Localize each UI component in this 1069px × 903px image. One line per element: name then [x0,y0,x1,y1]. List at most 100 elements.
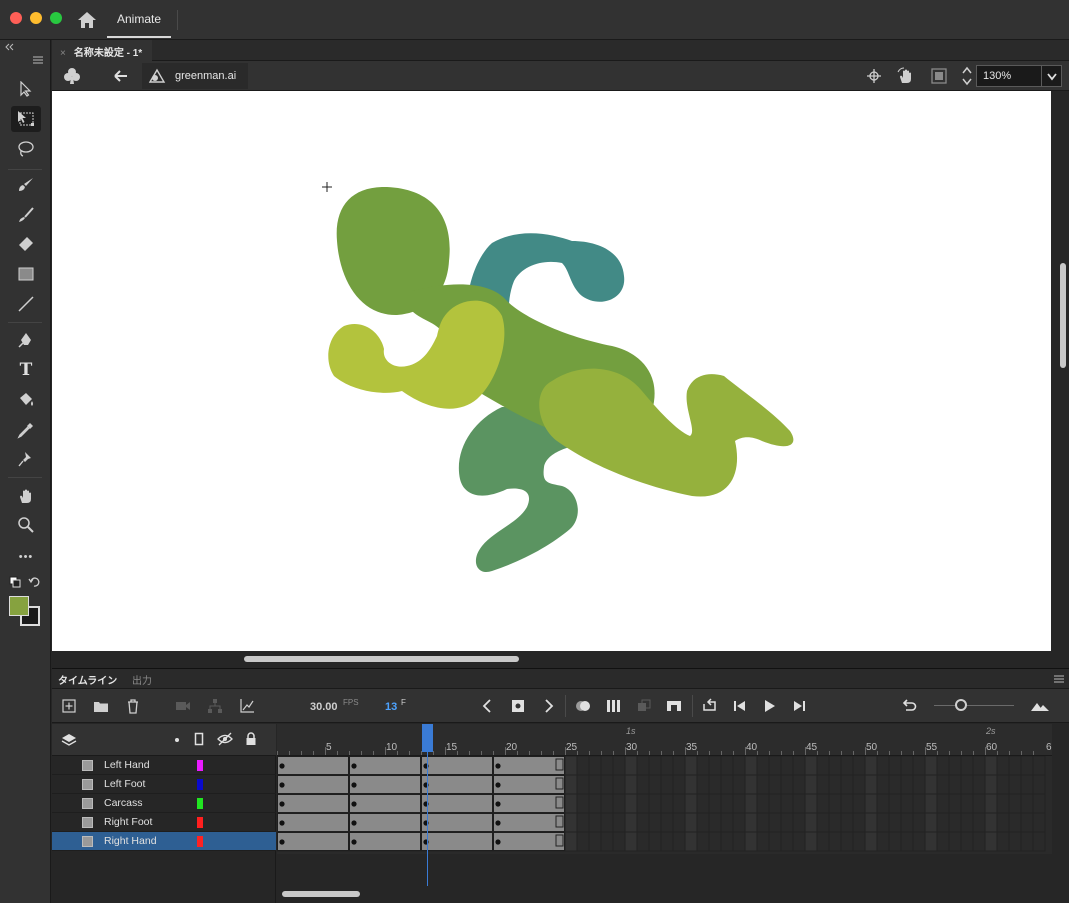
frame-cell[interactable] [576,756,590,776]
frame-cell[interactable] [1032,756,1046,776]
frame-cell[interactable] [660,756,674,776]
loop-icon[interactable] [701,697,719,715]
collapse-panel-icon[interactable] [5,43,15,51]
frame-cell[interactable] [576,831,590,852]
frame-cell[interactable] [1020,812,1034,833]
frame-cell[interactable] [876,774,890,795]
close-tab-icon[interactable]: × [60,48,66,59]
frame-cell[interactable] [792,774,806,795]
home-icon[interactable] [76,10,98,30]
frame-cell[interactable] [840,812,854,833]
frame-cell[interactable] [756,831,770,852]
stage-horizontal-scrollbar[interactable] [244,656,519,662]
frame-cell[interactable] [972,812,986,833]
frame-cell[interactable] [768,756,782,776]
keyframe-dot[interactable] [495,839,501,845]
frame-cell[interactable] [1008,812,1022,833]
keyframe-dot[interactable] [351,839,357,845]
frame-cell[interactable] [984,793,998,814]
frame-cell[interactable] [924,774,938,795]
frame-cell[interactable] [1020,831,1034,852]
frame-cell[interactable] [708,756,722,776]
tab-timeline[interactable]: タイムライン [58,672,117,687]
frame-cell[interactable] [624,756,638,776]
frame-span[interactable] [493,813,565,832]
keyframe-dot[interactable] [351,801,357,807]
frame-cell[interactable] [720,774,734,795]
frame-cell[interactable] [876,793,890,814]
frame-cell[interactable] [804,756,818,776]
frame-cell[interactable] [612,756,626,776]
frame-cell[interactable] [588,812,602,833]
keyframe-dot[interactable] [279,782,285,788]
frame-span[interactable] [421,775,493,794]
keyframe-dot[interactable] [495,763,501,769]
center-stage-icon[interactable] [865,67,883,85]
frame-cell[interactable] [564,831,578,852]
frame-cell[interactable] [744,756,758,776]
frame-cell[interactable] [672,793,686,814]
frame-span[interactable] [349,775,421,794]
frame-cell[interactable] [768,812,782,833]
back-arrow-icon[interactable] [112,67,130,85]
frame-cell[interactable] [996,831,1010,852]
onion-skin-icon[interactable] [574,697,592,715]
frame-cell[interactable] [732,812,746,833]
front-leg-shape[interactable] [539,368,794,497]
frame-cell[interactable] [564,793,578,814]
frame-cell[interactable] [684,756,698,776]
document-tab[interactable]: × 名称未設定 - 1* [52,40,153,61]
frame-cell[interactable] [564,812,578,833]
frame-cell[interactable] [720,756,734,776]
eyedropper-tool[interactable] [11,417,41,443]
frame-cell[interactable] [864,756,878,776]
frame-cell[interactable] [576,812,590,833]
frame-cell[interactable] [660,793,674,814]
rectangle-tool[interactable] [11,261,41,287]
frame-cell[interactable] [828,793,842,814]
frame-cell[interactable] [1032,774,1046,795]
pen-tool[interactable] [11,327,41,353]
paint-brush-tool[interactable] [11,172,41,198]
zoom-dropdown[interactable] [1042,65,1062,87]
frame-cell[interactable] [900,793,914,814]
frame-cell[interactable] [744,812,758,833]
clip-content-icon[interactable] [930,67,948,85]
frame-cell[interactable] [636,831,650,852]
layer-row-carcass[interactable]: Carcass [52,794,276,813]
frame-cell[interactable] [816,756,830,776]
frame-cell[interactable] [876,812,890,833]
frame-cell[interactable] [660,812,674,833]
frame-cell[interactable] [1020,756,1034,776]
frame-cell[interactable] [996,774,1010,795]
frame-cell[interactable] [672,774,686,795]
frame-cell[interactable] [708,812,722,833]
frame-cell[interactable] [924,793,938,814]
keyframe-dot[interactable] [351,782,357,788]
frame-cell[interactable] [564,774,578,795]
frame-cell[interactable] [636,812,650,833]
lock-icon[interactable] [245,732,257,746]
frames-grid[interactable] [277,756,1052,854]
frame-cell[interactable] [912,756,926,776]
frame-cell[interactable] [804,812,818,833]
frame-cell[interactable] [768,774,782,795]
frame-span[interactable] [277,794,349,813]
frame-cell[interactable] [600,793,614,814]
graph-editor-icon[interactable] [238,697,256,715]
frame-cell[interactable] [888,756,902,776]
frame-cell[interactable] [612,793,626,814]
frame-cell[interactable] [732,793,746,814]
fill-color-swatch[interactable] [9,596,29,616]
frame-cell[interactable] [792,831,806,852]
frame-cell[interactable] [864,793,878,814]
new-layer-icon[interactable] [60,697,78,715]
frame-span[interactable] [421,813,493,832]
frame-cell[interactable] [1032,831,1046,852]
swap-colors-icon[interactable] [28,576,42,588]
play-icon[interactable] [760,697,778,715]
frame-cell[interactable] [804,774,818,795]
frame-cell[interactable] [924,831,938,852]
layer-row-right-foot[interactable]: Right Foot [52,813,276,832]
frame-span[interactable] [493,775,565,794]
